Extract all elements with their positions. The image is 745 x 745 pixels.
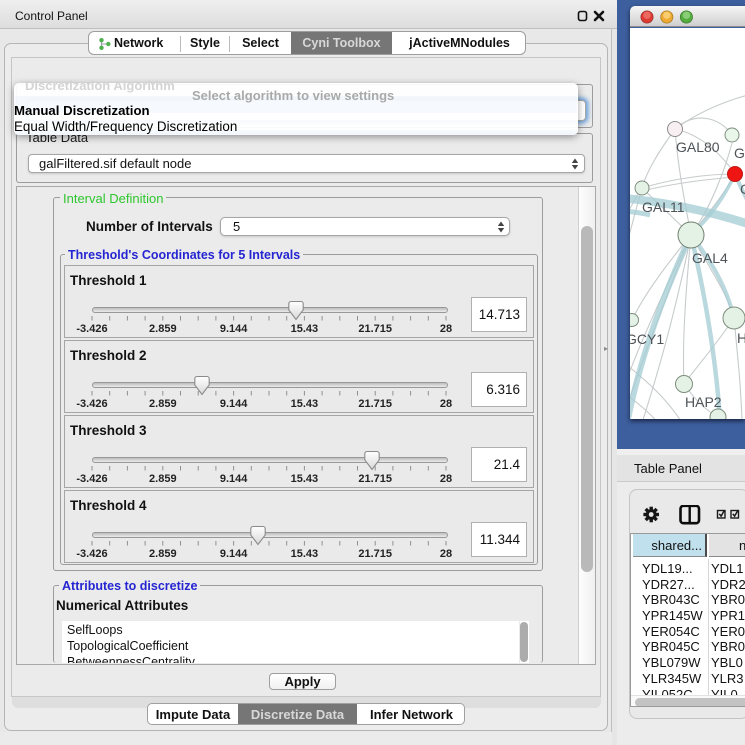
svg-text:G: G: [734, 145, 745, 161]
svg-text:GAL11: GAL11: [642, 199, 685, 215]
svg-text:H: H: [737, 330, 745, 346]
svg-text:C: C: [740, 181, 745, 197]
svg-text:HAP2: HAP2: [685, 394, 722, 410]
svg-text:GAL80: GAL80: [676, 139, 720, 155]
svg-text:GAL4: GAL4: [692, 250, 728, 266]
svg-text:GCY1: GCY1: [630, 331, 664, 347]
